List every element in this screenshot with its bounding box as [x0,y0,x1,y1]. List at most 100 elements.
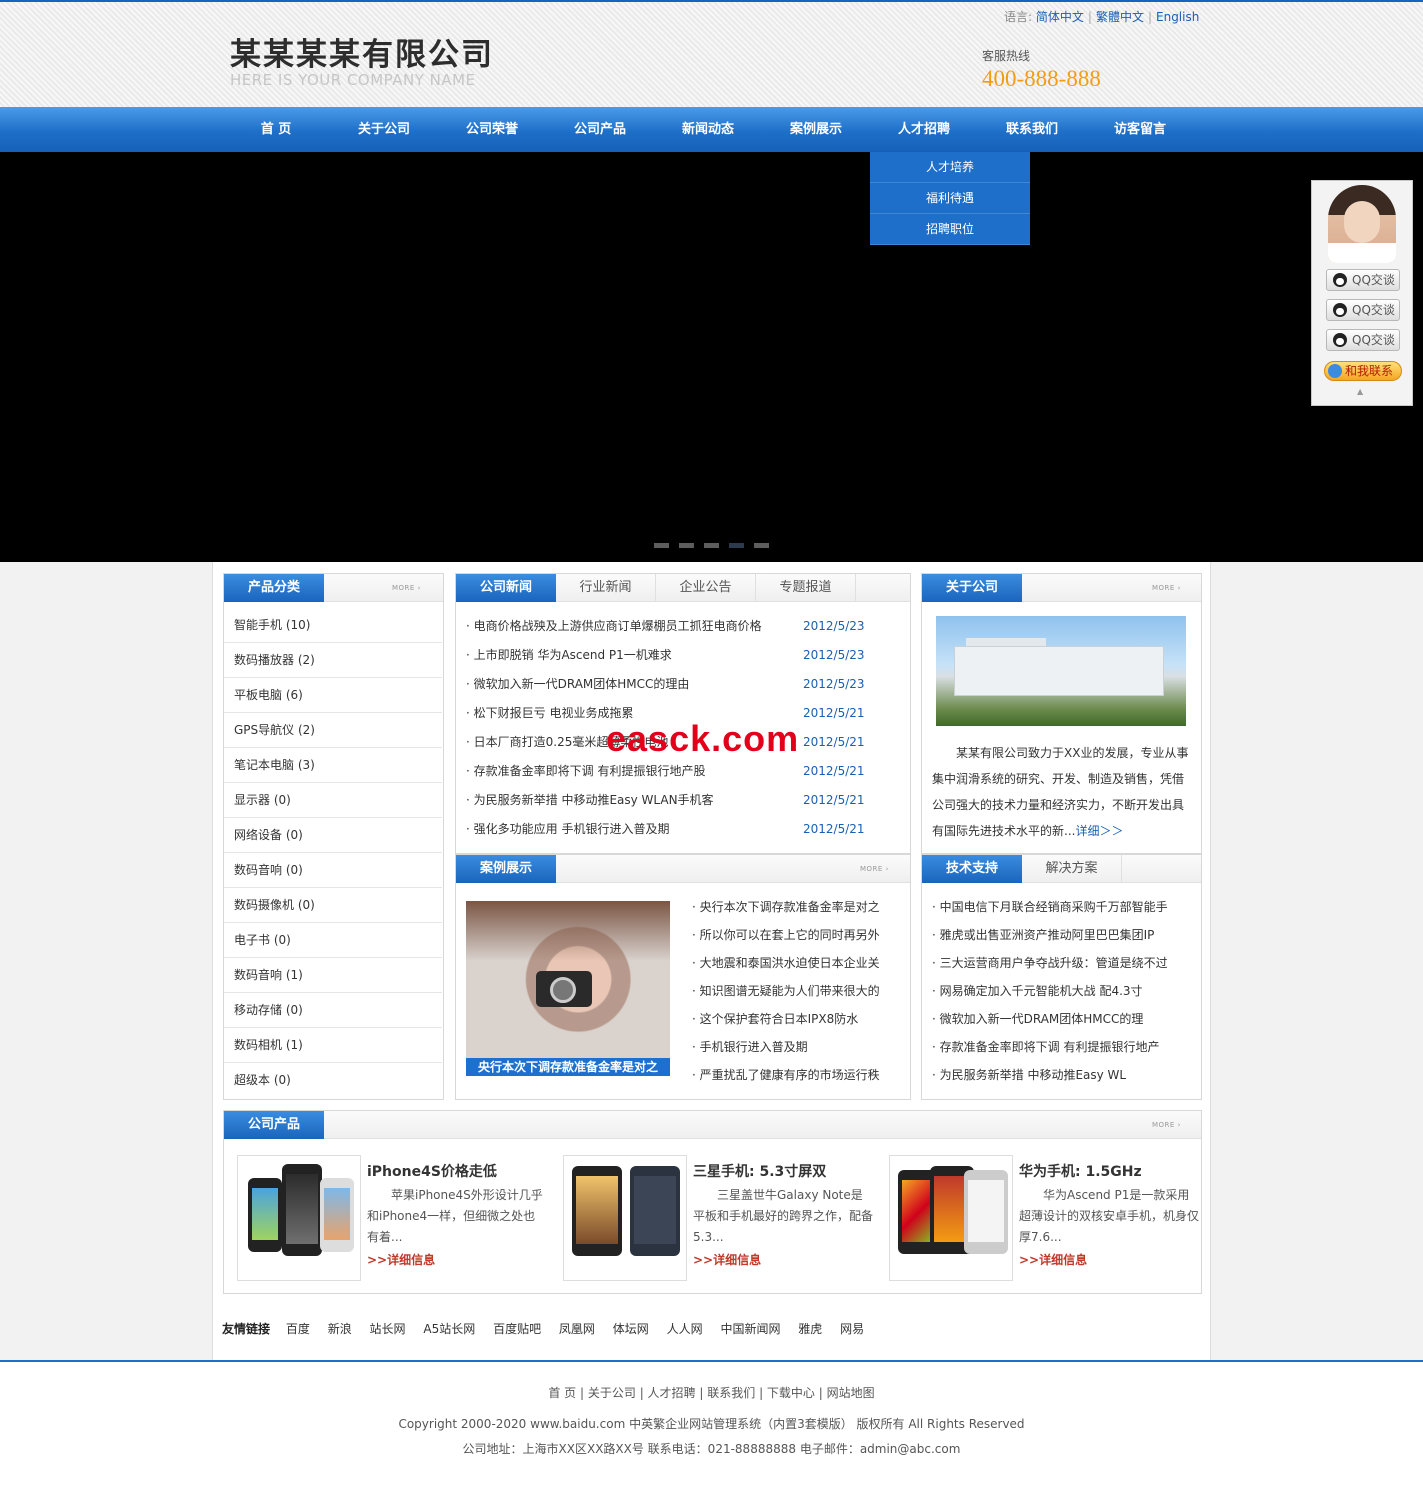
tech-item[interactable]: · 微软加入新一代DRAM团体HMCC的理 [932,1005,1192,1033]
case-caption[interactable]: 央行本次下调存款准备金率是对之 [466,1058,670,1076]
friend-link[interactable]: 凤凰网 [559,1322,595,1336]
news-item[interactable]: · 上市即脱销 华为Ascend P1一机难求 2012/5/23 [466,641,906,670]
category-item[interactable]: 电子书 (0) [224,923,442,958]
collapse-arrow-icon[interactable]: ▲ [1357,387,1363,396]
category-item[interactable]: GPS导航仪 (2) [224,713,442,748]
slider-dot[interactable] [679,543,694,548]
dropdown-benefits[interactable]: 福利待遇 [870,183,1030,214]
category-item[interactable]: 智能手机 (10) [224,608,442,643]
product-detail-link[interactable]: >>详细信息 [693,1251,761,1268]
footer-link-jobs[interactable]: 人才招聘 [648,1386,696,1400]
category-item[interactable]: 显示器 (0) [224,783,442,818]
dropdown-positions[interactable]: 招聘职位 [870,214,1030,245]
nav-guestbook[interactable]: 访客留言 [1086,107,1194,152]
footer-link-about[interactable]: 关于公司 [588,1386,636,1400]
friend-link[interactable]: 百度 [286,1322,310,1336]
news-item[interactable]: · 电商价格战殃及上游供应商订单爆棚员工抓狂电商价格 2012/5/23 [466,612,906,641]
slider-dot[interactable] [704,543,719,548]
product-title[interactable]: 华为手机: 1.5GHz [1019,1161,1142,1181]
about-detail-link[interactable]: 详细＞＞ [1075,824,1123,838]
footer-link-download[interactable]: 下载中心 [767,1386,815,1400]
more-link[interactable]: MORE › [860,865,889,873]
samsung-image[interactable] [563,1155,687,1281]
contact-me-button[interactable]: 和我联系 [1324,361,1402,381]
tech-item[interactable]: · 为民服务新举措 中移动推Easy WL [932,1061,1192,1089]
news-item[interactable]: · 强化多功能应用 手机银行进入普及期 2012/5/21 [466,815,906,844]
friend-link[interactable]: A5站长网 [423,1322,475,1336]
qq-chat-button[interactable]: QQ交谈 [1326,269,1400,291]
company-logo[interactable]: 某某某某有限公司 HERE IS YOUR COMPANY NAME [230,38,494,88]
product-title[interactable]: iPhone4S价格走低 [367,1161,497,1181]
lang-traditional-link[interactable]: 繁體中文 [1096,10,1144,24]
tab-special-reports[interactable]: 专题报道 [756,574,856,602]
nav-cases[interactable]: 案例展示 [762,107,870,152]
footer-link-home[interactable]: 首 页 [548,1386,576,1400]
news-item[interactable]: · 存款准备金率即将下调 有利提振银行地产股 2012/5/21 [466,757,906,786]
friend-link[interactable]: 站长网 [370,1322,406,1336]
friend-link[interactable]: 雅虎 [798,1322,822,1336]
nav-products[interactable]: 公司产品 [546,107,654,152]
tab-tech-support[interactable]: 技术支持 [922,855,1022,883]
tab-announcements[interactable]: 企业公告 [656,574,756,602]
nav-honors[interactable]: 公司荣誉 [438,107,546,152]
huawei-image[interactable] [889,1155,1013,1281]
friend-link[interactable]: 人人网 [667,1322,703,1336]
news-item[interactable]: · 为民服务新举措 中移动推Easy WLAN手机客 2012/5/21 [466,786,906,815]
case-item[interactable]: · 这个保护套符合日本IPX8防水 [692,1005,892,1033]
case-item[interactable]: · 所以你可以在套上它的同时再另外 [692,921,892,949]
tech-item[interactable]: · 中国电信下月联合经销商采购千万部智能手 [932,893,1192,921]
news-item[interactable]: · 微软加入新一代DRAM团体HMCC的理由 2012/5/23 [466,670,906,699]
product-detail-link[interactable]: >>详细信息 [1019,1251,1087,1268]
qq-chat-button[interactable]: QQ交谈 [1326,329,1400,351]
category-item[interactable]: 移动存储 (0) [224,993,442,1028]
category-item[interactable]: 数码音响 (1) [224,958,442,993]
nav-jobs[interactable]: 人才招聘 [870,107,978,152]
case-item[interactable]: · 大地震和泰国洪水迫使日本企业关 [692,949,892,977]
product-title[interactable]: 三星手机: 5.3寸屏双 [693,1161,826,1181]
slider-dot-active[interactable] [729,543,744,548]
category-item[interactable]: 笔记本电脑 (3) [224,748,442,783]
tech-item[interactable]: · 存款准备金率即将下调 有利提振银行地产 [932,1033,1192,1061]
qq-chat-button[interactable]: QQ交谈 [1326,299,1400,321]
product-detail-link[interactable]: >>详细信息 [367,1251,435,1268]
case-item[interactable]: · 严重扰乱了健康有序的市场运行秩 [692,1061,892,1089]
category-item[interactable]: 网络设备 (0) [224,818,442,853]
iphone-image[interactable] [237,1155,361,1281]
tab-solutions[interactable]: 解决方案 [1022,855,1122,883]
dropdown-training[interactable]: 人才培养 [870,152,1030,183]
friend-link[interactable]: 网易 [840,1322,864,1336]
footer-link-contact[interactable]: 联系我们 [707,1386,755,1400]
more-link[interactable]: MORE › [392,584,421,592]
friend-link[interactable]: 中国新闻网 [720,1322,780,1336]
case-item[interactable]: · 央行本次下调存款准备金率是对之 [692,893,892,921]
nav-about[interactable]: 关于公司 [330,107,438,152]
friend-link[interactable]: 体坛网 [613,1322,649,1336]
tech-item[interactable]: · 网易确定加入千元智能机大战 配4.3寸 [932,977,1192,1005]
nav-contact[interactable]: 联系我们 [978,107,1086,152]
case-item[interactable]: · 知识图谱无疑能为人们带来很大的 [692,977,892,1005]
case-item[interactable]: · 手机银行进入普及期 [692,1033,892,1061]
friend-link[interactable]: 新浪 [328,1322,352,1336]
lang-english-link[interactable]: English [1156,10,1199,24]
slider-dot[interactable] [754,543,769,548]
friend-link[interactable]: 百度贴吧 [493,1322,541,1336]
category-item[interactable]: 平板电脑 (6) [224,678,442,713]
category-item[interactable]: 数码摄像机 (0) [224,888,442,923]
more-link[interactable]: MORE › [1152,584,1181,592]
category-item[interactable]: 超级本 (0) [224,1063,442,1098]
category-item[interactable]: 数码播放器 (2) [224,643,442,678]
case-photo[interactable] [466,901,670,1075]
category-item[interactable]: 数码相机 (1) [224,1028,442,1063]
more-link[interactable]: MORE › [1152,1121,1181,1129]
lang-simplified-link[interactable]: 简体中文 [1036,10,1084,24]
tech-item[interactable]: · 雅虎或出售亚洲资产推动阿里巴巴集团IP [932,921,1192,949]
slider-dot[interactable] [654,543,669,548]
tab-company-news[interactable]: 公司新闻 [456,574,556,602]
nav-news[interactable]: 新闻动态 [654,107,762,152]
banner-slider[interactable] [0,152,1423,562]
category-item[interactable]: 数码音响 (0) [224,853,442,888]
tab-industry-news[interactable]: 行业新闻 [556,574,656,602]
footer-link-sitemap[interactable]: 网站地图 [827,1386,875,1400]
tech-item[interactable]: · 三大运营商用户争夺战升级：管道是绕不过 [932,949,1192,977]
nav-home[interactable]: 首 页 [222,107,330,152]
